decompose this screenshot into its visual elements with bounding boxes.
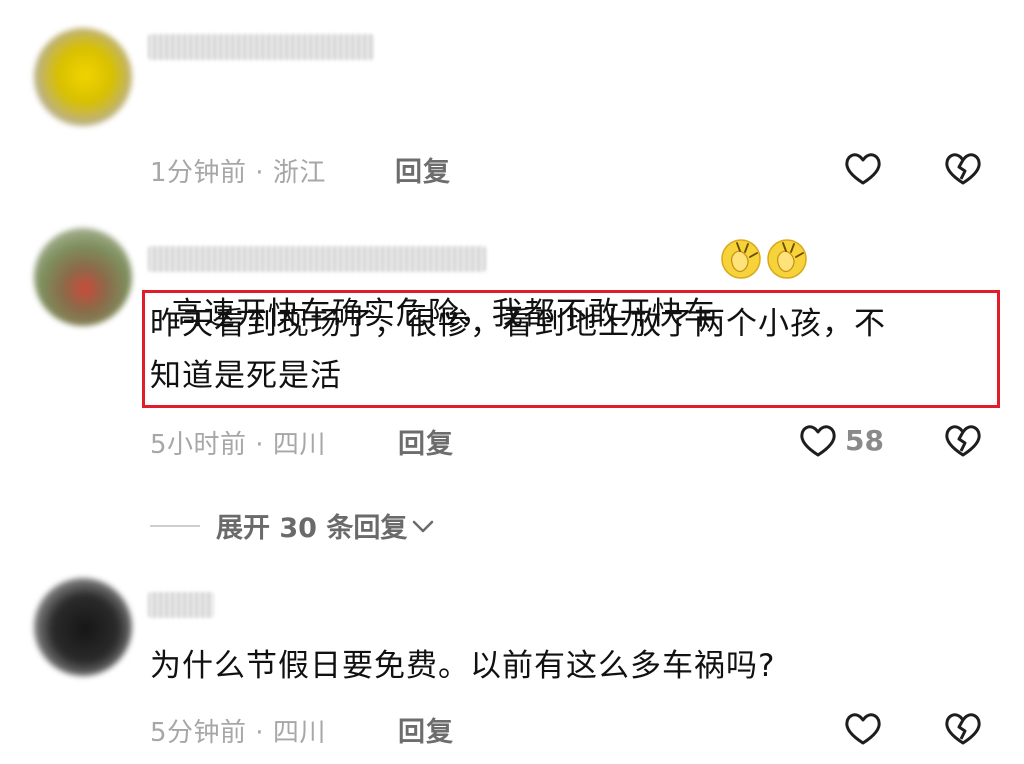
broken-heart-icon[interactable] xyxy=(943,422,983,460)
broken-heart-icon[interactable] xyxy=(943,150,983,188)
avatar[interactable] xyxy=(34,228,132,326)
broken-heart-icon[interactable] xyxy=(943,710,983,748)
comment-time: 5小时前 xyxy=(150,430,247,460)
comment-time: 5分钟前 xyxy=(150,718,247,748)
username-blurred[interactable] xyxy=(148,246,486,272)
meta-separator: · xyxy=(246,718,273,748)
heart-outline-icon[interactable] xyxy=(843,150,883,188)
avatar[interactable] xyxy=(34,578,132,676)
comment-location: 四川 xyxy=(272,430,326,460)
comment-meta: 5小时前 · 四川 xyxy=(150,424,326,461)
comment-time: 1分钟前 xyxy=(150,158,247,188)
comment-text: 昨天看到现场了，很惨，看到地上放了两个小孩，不 知道是死是活 xyxy=(150,306,886,394)
reply-button[interactable]: 回复 xyxy=(398,710,454,749)
expand-divider-line xyxy=(150,524,200,527)
chevron-down-icon xyxy=(413,520,434,532)
username-blurred[interactable] xyxy=(148,592,214,618)
comment-location: 四川 xyxy=(272,718,326,748)
expand-replies-button[interactable]: 展开 30 条回复 xyxy=(150,506,435,545)
clapping-hands-emoji-icon xyxy=(766,134,808,279)
reply-button[interactable]: 回复 xyxy=(398,422,454,461)
meta-separator: · xyxy=(246,430,273,460)
comment-meta: 5分钟前 · 四川 xyxy=(150,712,326,749)
comment-location: 浙江 xyxy=(272,158,326,188)
heart-outline-icon[interactable] xyxy=(798,422,838,460)
heart-outline-icon[interactable] xyxy=(843,710,883,748)
reply-button[interactable]: 回复 xyxy=(395,150,451,189)
comment-meta: 1分钟前 · 浙江 xyxy=(150,152,326,189)
username-blurred[interactable] xyxy=(148,34,374,60)
meta-separator: · xyxy=(246,158,273,188)
clapping-hands-emoji-icon xyxy=(720,134,762,279)
comment-text: 为什么节假日要免费。以前有这么多车祸吗? xyxy=(150,648,776,684)
avatar[interactable] xyxy=(34,28,132,126)
like-count: 58 xyxy=(845,424,884,457)
expand-replies-label: 展开 30 条回复 xyxy=(216,513,408,544)
